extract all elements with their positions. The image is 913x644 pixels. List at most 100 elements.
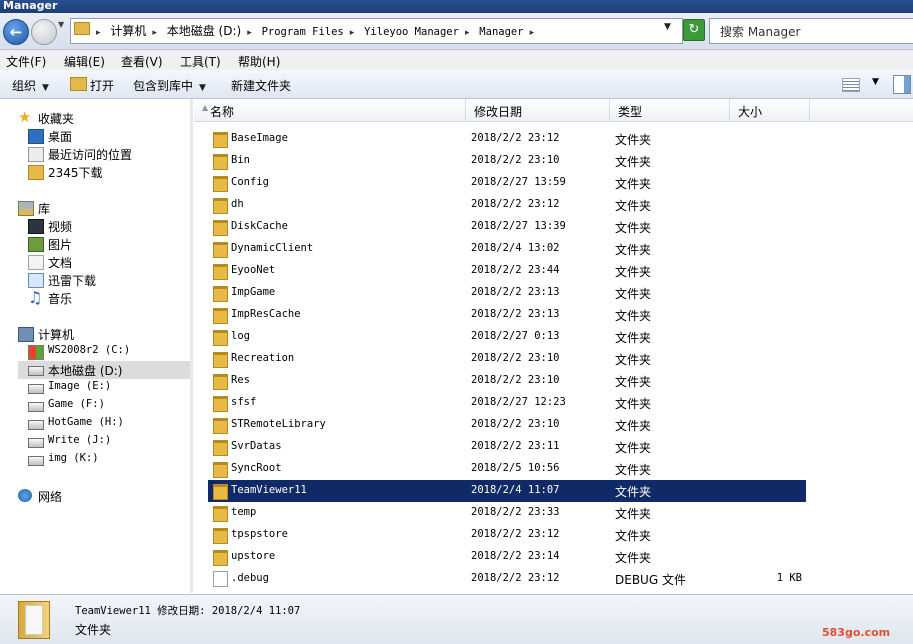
column-header-name[interactable]: 名称 ▲ [194, 99, 466, 121]
breadcrumb-item[interactable]: Program Files [262, 26, 344, 38]
file-row[interactable]: DynamicClient 2018/2/4 13:02 文件夹 [208, 238, 806, 260]
address-dropdown-icon[interactable]: ▼ [664, 22, 671, 32]
details-type: 文件夹 [75, 623, 112, 637]
column-header-size[interactable]: 大小 [730, 99, 810, 121]
change-view-icon[interactable] [842, 78, 860, 92]
file-row[interactable]: SyncRoot 2018/2/5 10:56 文件夹 [208, 458, 806, 480]
search-input[interactable]: 搜索 Manager [709, 18, 913, 44]
file-row[interactable]: upstore 2018/2/2 23:14 文件夹 [208, 546, 806, 568]
sort-ascending-icon: ▲ [202, 103, 209, 112]
file-date: 2018/2/2 23:13 [471, 308, 560, 320]
preview-pane-icon[interactable] [893, 75, 911, 94]
nav-network[interactable]: 网络 [18, 487, 188, 505]
file-row[interactable]: SvrDatas 2018/2/2 23:11 文件夹 [208, 436, 806, 458]
chevron-right-icon[interactable]: ▸ [152, 28, 157, 38]
file-row[interactable]: ImpGame 2018/2/2 23:13 文件夹 [208, 282, 806, 304]
nav-item-videos[interactable]: 视频 [28, 217, 188, 235]
view-dropdown-icon[interactable]: ▼ [872, 77, 879, 87]
breadcrumb-item[interactable]: 本地磁盘 (D:) [167, 24, 241, 38]
file-row[interactable]: TeamViewer11 2018/2/4 11:07 文件夹 [208, 480, 806, 502]
nav-item-drive-c[interactable]: WS2008r2 (C:) [28, 343, 188, 361]
folder-icon [213, 286, 228, 302]
file-row[interactable]: sfsf 2018/2/27 12:23 文件夹 [208, 392, 806, 414]
file-date: 2018/2/2 23:12 [471, 132, 560, 144]
file-row[interactable]: EyooNet 2018/2/2 23:44 文件夹 [208, 260, 806, 282]
file-name: Res [231, 374, 250, 386]
nav-item-2345-downloads[interactable]: 2345下载 [28, 163, 188, 181]
chevron-right-icon[interactable]: ▸ [96, 28, 101, 38]
history-dropdown-icon[interactable]: ▼ [58, 20, 64, 29]
file-row[interactable]: DiskCache 2018/2/27 13:39 文件夹 [208, 216, 806, 238]
file-row[interactable]: Recreation 2018/2/2 23:10 文件夹 [208, 348, 806, 370]
back-button[interactable]: ← [3, 19, 29, 45]
file-row[interactable]: Res 2018/2/2 23:10 文件夹 [208, 370, 806, 392]
nav-item-drive-d[interactable]: 本地磁盘 (D:) [18, 361, 190, 379]
breadcrumb-item[interactable]: Manager [479, 26, 523, 38]
folder-icon [213, 462, 228, 478]
column-header-type[interactable]: 类型 [610, 99, 730, 121]
menu-tools[interactable]: 工具(T) [180, 53, 221, 70]
nav-item-pictures[interactable]: 图片 [28, 235, 188, 253]
breadcrumb-item[interactable]: 计算机 [110, 24, 146, 38]
file-row[interactable]: Bin 2018/2/2 23:10 文件夹 [208, 150, 806, 172]
nav-item-drive-h[interactable]: HotGame (H:) [28, 415, 188, 433]
nav-item-drive-k[interactable]: img (K:) [28, 451, 188, 469]
menu-edit[interactable]: 编辑(E) [64, 53, 105, 70]
nav-item-documents[interactable]: 文档 [28, 253, 188, 271]
drive-icon [28, 420, 44, 430]
file-row[interactable]: log 2018/2/27 0:13 文件夹 [208, 326, 806, 348]
nav-item-drive-e[interactable]: Image (E:) [28, 379, 188, 397]
watermark: 583go.com [822, 626, 891, 639]
folder-icon [213, 418, 228, 434]
file-row[interactable]: temp 2018/2/2 23:33 文件夹 [208, 502, 806, 524]
nav-item-music[interactable]: ♫ 音乐 [28, 289, 188, 307]
file-row[interactable]: dh 2018/2/2 23:12 文件夹 [208, 194, 806, 216]
file-row[interactable]: ImpResCache 2018/2/2 23:13 文件夹 [208, 304, 806, 326]
nav-item-drive-f[interactable]: Game (F:) [28, 397, 188, 415]
nav-label: 音乐 [48, 292, 73, 306]
open-button[interactable]: 打开 [90, 77, 114, 94]
chevron-right-icon[interactable]: ▸ [530, 28, 535, 38]
chevron-right-icon[interactable]: ▸ [247, 28, 252, 38]
refresh-button[interactable]: ↻ [683, 19, 705, 41]
file-type: 文件夹 [615, 485, 652, 499]
file-type: 文件夹 [615, 375, 652, 389]
navigation-pane-scrollbar[interactable] [190, 99, 193, 593]
menu-help[interactable]: 帮助(H) [238, 53, 280, 70]
file-type: 文件夹 [615, 265, 652, 279]
file-row[interactable]: Config 2018/2/27 13:59 文件夹 [208, 172, 806, 194]
folder-icon [213, 132, 228, 148]
menu-file[interactable]: 文件(F) [6, 53, 46, 70]
forward-button[interactable]: → [31, 19, 57, 45]
include-in-library-label: 包含到库中 [133, 79, 194, 93]
file-row[interactable]: BaseImage 2018/2/2 23:12 文件夹 [208, 128, 806, 150]
file-type: 文件夹 [615, 309, 652, 323]
nav-item-recent-places[interactable]: 最近访问的位置 [28, 145, 188, 163]
file-date: 2018/2/2 23:10 [471, 374, 560, 386]
video-icon [28, 219, 44, 234]
new-folder-button[interactable]: 新建文件夹 [231, 77, 291, 94]
file-row[interactable]: .debug 2018/2/2 23:12 DEBUG 文件 1 KB [208, 568, 806, 590]
chevron-right-icon[interactable]: ▸ [350, 28, 355, 38]
organize-button[interactable]: 组织 ▼ [12, 77, 49, 94]
file-row[interactable]: STRemoteLibrary 2018/2/2 23:10 文件夹 [208, 414, 806, 436]
nav-item-drive-j[interactable]: Write (J:) [28, 433, 188, 451]
file-date: 2018/2/2 23:10 [471, 418, 560, 430]
picture-icon [28, 237, 44, 252]
nav-libraries[interactable]: 库 [18, 199, 188, 217]
nav-item-desktop[interactable]: 桌面 [28, 127, 188, 145]
nav-label: 网络 [38, 490, 63, 504]
nav-label: Image (E:) [48, 380, 112, 392]
nav-favorites[interactable]: ★ 收藏夹 [18, 109, 188, 127]
folder-icon [213, 352, 228, 368]
nav-computer[interactable]: 计算机 [18, 325, 188, 343]
column-header-date[interactable]: 修改日期 [466, 99, 610, 121]
chevron-right-icon[interactable]: ▸ [465, 28, 470, 38]
file-row[interactable]: tpspstore 2018/2/2 23:12 文件夹 [208, 524, 806, 546]
nav-label: 库 [38, 202, 51, 216]
nav-label: 图片 [48, 238, 73, 252]
nav-item-xunlei-downloads[interactable]: 迅雷下载 [28, 271, 188, 289]
menu-view[interactable]: 查看(V) [121, 53, 163, 70]
breadcrumb-item[interactable]: Yileyoo Manager [364, 26, 459, 38]
include-in-library-button[interactable]: 包含到库中 ▼ [133, 77, 206, 94]
